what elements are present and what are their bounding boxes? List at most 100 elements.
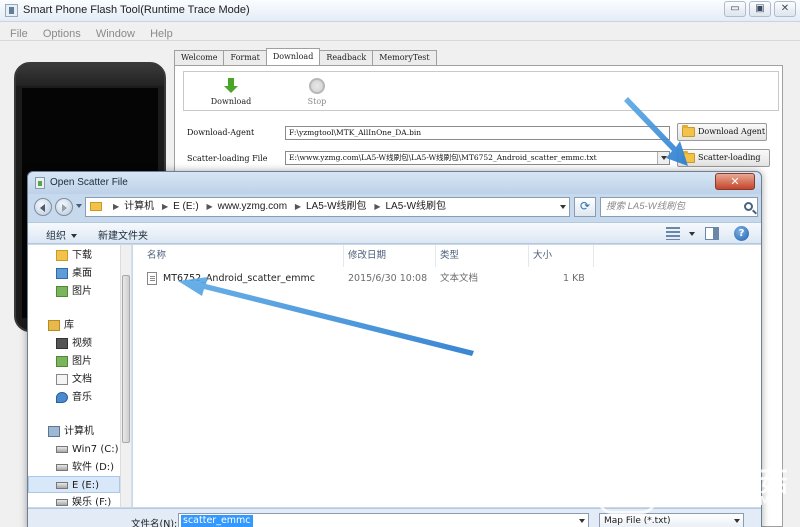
drive-icon (56, 464, 68, 471)
address-row: ▶ 计算机 ▶ E (E:) ▶ www.yzmg.com ▶ LA5-W线刷包 ▶ LA… (28, 194, 761, 220)
filename-label: 文件名(N): (131, 519, 178, 527)
column-modified[interactable]: 修改日期 (348, 245, 386, 267)
column-size[interactable]: 大小 (533, 245, 552, 267)
file-modified: 2015/6/30 10:08 (348, 273, 428, 284)
tab-memorytest[interactable]: MemoryTest (372, 50, 437, 65)
menu-options[interactable]: Options (43, 25, 81, 44)
menu-help[interactable]: Help (150, 25, 173, 44)
download-agent-button-label: Download Agent (698, 127, 766, 136)
scatter-field[interactable]: E:\www.yzmg.com\LA5-W线刷包\LA5-W线刷包\MT6752… (285, 151, 670, 165)
tab-welcome[interactable]: Welcome (174, 50, 225, 65)
nav-item-desktop[interactable]: 桌面 (28, 265, 120, 282)
dialog-close-button[interactable]: ✕ (715, 173, 755, 190)
download-toolbar: Download Stop (183, 71, 779, 111)
column-name[interactable]: 名称 (147, 245, 166, 267)
nav-item-drive-f[interactable]: 娱乐 (F:) (28, 494, 120, 507)
table-row[interactable]: MT6752_Android_scatter_emmc 2015/6/30 10… (147, 270, 607, 288)
drive-icon (56, 446, 68, 453)
new-folder-button[interactable]: 新建文件夹 (98, 227, 148, 242)
chevron-down-icon[interactable] (560, 205, 566, 209)
watermark-sub: YZMG.COM (668, 494, 775, 508)
search-input[interactable]: 搜索 LA5-W线刷包 (600, 197, 758, 217)
nav-item-documents[interactable]: 文档 (28, 371, 120, 388)
file-type: 文本文档 (440, 273, 479, 284)
search-icon (744, 202, 753, 211)
breadcrumb-drive-e[interactable]: E (E:) (173, 201, 199, 212)
menu-window[interactable]: Window (96, 25, 135, 44)
nav-scrollbar[interactable] (120, 245, 131, 507)
desktop-icon (56, 268, 68, 279)
breadcrumb-yzmg[interactable]: www.yzmg.com (218, 201, 287, 212)
nav-item-videos[interactable]: 视频 (28, 335, 120, 352)
phone-top-bar (16, 64, 164, 86)
scatter-field-value: E:\www.yzmg.com\LA5-W线刷包\LA5-W线刷包\MT6752… (289, 153, 597, 162)
screen: Smart Phone Flash Tool(Runtime Trace Mod… (0, 0, 800, 527)
tab-download[interactable]: Download (265, 48, 321, 65)
app-icon (5, 4, 18, 17)
nav-item-libraries[interactable]: 库 (28, 317, 120, 334)
help-icon[interactable]: ? (734, 226, 749, 241)
tab-format[interactable]: Format (223, 50, 267, 65)
pictures-icon (56, 286, 68, 297)
nav-item-drive-d[interactable]: 软件 (D:) (28, 459, 120, 476)
download-button[interactable]: Download (206, 78, 256, 106)
nav-item-music[interactable]: 音乐 (28, 389, 120, 406)
scatter-loading-button-label: Scatter-loading (698, 153, 761, 162)
window-title: Smart Phone Flash Tool(Runtime Trace Mod… (23, 4, 250, 16)
dialog-title: Open Scatter File (50, 177, 128, 188)
close-button[interactable]: ✕ (774, 1, 796, 17)
breadcrumb-la5-subfolder[interactable]: LA5-W线刷包 (385, 201, 446, 212)
nav-item-drive-c[interactable]: Win7 (C:) (28, 441, 120, 458)
scatter-label: Scatter-loading File (187, 154, 268, 163)
recent-locations-icon[interactable] (76, 204, 82, 208)
folder-icon (90, 202, 102, 211)
stop-label: Stop (307, 97, 327, 106)
nav-item-pictures-lib[interactable]: 图片 (28, 353, 120, 370)
tab-strip: Welcome Format Download Readback MemoryT… (174, 48, 437, 65)
title-bar: Smart Phone Flash Tool(Runtime Trace Mod… (0, 0, 800, 22)
folder-icon (682, 125, 695, 137)
chevron-down-icon (71, 234, 77, 238)
command-bar: 组织 新建文件夹 ? (28, 222, 761, 244)
refresh-button[interactable]: ⟳ (574, 197, 596, 217)
menu-file[interactable]: File (10, 25, 28, 44)
filename-field[interactable]: scatter_emmc (178, 513, 589, 527)
breadcrumb-la5-folder[interactable]: LA5-W线刷包 (306, 201, 367, 212)
documents-icon (56, 374, 68, 385)
view-list-icon[interactable] (666, 227, 680, 240)
address-bar[interactable]: ▶ 计算机 ▶ E (E:) ▶ www.yzmg.com ▶ LA5-W线刷包 ▶ LA… (85, 197, 570, 217)
folder-icon (682, 151, 695, 163)
chevron-down-icon[interactable] (657, 152, 669, 164)
computer-icon (48, 426, 60, 437)
scatter-loading-button[interactable]: Scatter-loading (677, 149, 770, 167)
download-label: Download (210, 97, 252, 106)
download-agent-label: Download-Agent (187, 128, 255, 137)
dialog-title-bar: Open Scatter File ✕ (28, 172, 761, 194)
forward-button[interactable] (55, 198, 73, 216)
organize-button[interactable]: 组织 (46, 227, 77, 242)
nav-scroll-thumb[interactable] (122, 275, 130, 443)
back-button[interactable] (34, 198, 52, 216)
chevron-down-icon[interactable] (689, 232, 695, 236)
nav-item-drive-e[interactable]: E (E:) (28, 476, 120, 493)
menu-bar: File Options Window Help (0, 22, 800, 41)
tab-readback[interactable]: Readback (319, 50, 374, 65)
watermark-logo-icon (598, 452, 656, 514)
pictures-icon (56, 356, 68, 367)
download-agent-field[interactable]: F:\yzmgtool\MTK_AllInOne_DA.bin (285, 126, 670, 140)
chevron-down-icon[interactable] (579, 519, 585, 523)
dialog-app-icon (35, 177, 45, 189)
stop-button[interactable]: Stop (292, 78, 342, 106)
music-icon (56, 392, 68, 403)
nav-item-pictures[interactable]: 图片 (28, 283, 120, 300)
preview-pane-icon[interactable] (705, 227, 719, 240)
nav-item-downloads[interactable]: 下载 (28, 247, 120, 264)
breadcrumb-computer[interactable]: 计算机 (124, 201, 154, 212)
nav-item-computer[interactable]: 计算机 (28, 423, 120, 440)
stop-icon (309, 78, 325, 94)
minimize-button[interactable]: ▭ (724, 1, 746, 17)
navigation-pane: 下载 桌面 图片 库 视频 图片 文档 音乐 计算机 Win7 (C:) 软件 … (28, 245, 132, 507)
download-agent-button[interactable]: Download Agent (677, 123, 767, 141)
restore-button[interactable]: ▣ (749, 1, 771, 17)
column-type[interactable]: 类型 (440, 245, 459, 267)
